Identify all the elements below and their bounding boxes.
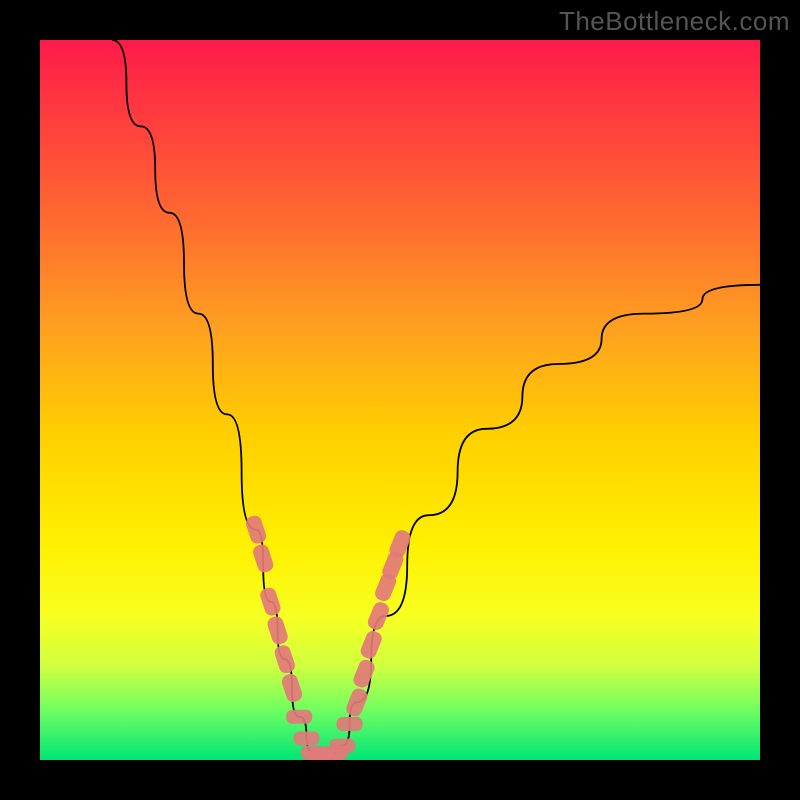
chart-frame: TheBottleneck.com: [0, 0, 800, 800]
bead-marker: [329, 739, 355, 753]
bead-marker: [337, 717, 363, 731]
highlight-markers: [244, 514, 413, 760]
bead-marker: [359, 629, 384, 661]
bead-marker: [293, 731, 319, 745]
bead-marker: [286, 710, 312, 724]
bead-marker: [244, 514, 268, 546]
bead-marker: [273, 643, 297, 675]
watermark-text: TheBottleneck.com: [559, 6, 790, 37]
bead-marker: [251, 543, 275, 575]
bead-marker: [266, 615, 290, 647]
curve-layer: [40, 40, 760, 760]
bead-marker: [351, 658, 376, 690]
bottleneck-curve: [112, 40, 760, 760]
bead-marker: [258, 586, 282, 618]
bead-marker: [280, 672, 304, 704]
bead-marker: [344, 686, 369, 718]
